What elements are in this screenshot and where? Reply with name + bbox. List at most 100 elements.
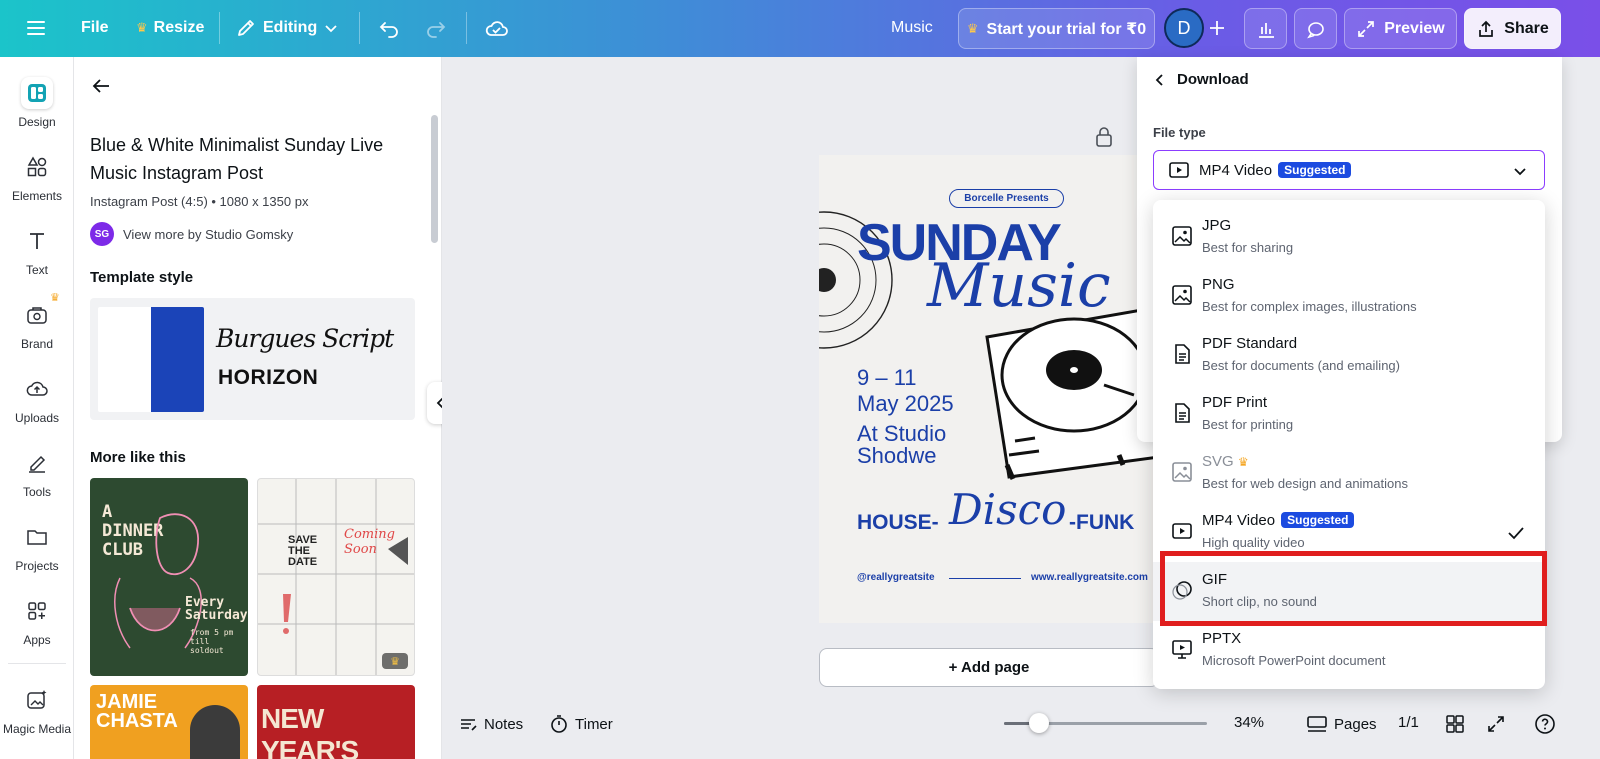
option-name: PNG [1202,276,1235,293]
file-type-option-pdf-standard[interactable]: PDF Standard Best for documents (and ema… [1153,326,1545,385]
hamburger-icon [27,21,45,35]
redo-button[interactable] [424,8,448,48]
page-count: 1/1 [1398,714,1419,731]
download-title: Download [1177,71,1249,88]
file-menu-button[interactable]: File [81,8,109,48]
template-thumbnail[interactable]: JAMIE CHASTA [90,685,248,759]
zoom-slider[interactable] [1004,713,1207,733]
cloud-save-button[interactable] [484,8,510,48]
rail-item-design[interactable]: Design [0,77,74,129]
more-like-this-heading: More like this [90,449,186,466]
file-type-select[interactable]: MP4 Video Suggested [1153,150,1545,190]
video-icon [1172,523,1192,539]
chevron-down-icon [1514,168,1526,176]
undo-button[interactable] [377,8,401,48]
rail-item-tools[interactable]: Tools [0,447,74,499]
option-description: Best for web design and animations [1202,476,1408,491]
add-page-button[interactable]: + Add page [819,648,1159,687]
editing-mode-button[interactable]: Editing [235,8,339,48]
template-title: Blue & White Minimalist Sunday Live Musi… [90,135,384,183]
fullscreen-button[interactable] [1486,714,1506,734]
file-type-option-mp4[interactable]: MP4 Video Suggested High quality video [1153,503,1545,562]
timer-label: Timer [575,715,613,733]
comments-button[interactable] [1294,8,1337,49]
file-type-option-svg[interactable]: SVG ♛ Best for web design and animations [1153,444,1545,503]
file-type-option-pptx[interactable]: PPTX Microsoft PowerPoint document [1153,621,1545,680]
template-thumbnail[interactable]: NEW YEAR'S [257,685,415,759]
event-dates: 9 – 11 May 2025 [857,365,954,417]
rail-label: Apps [23,633,51,647]
option-description: Best for complex images, illustrations [1202,299,1417,314]
rail-label: Magic Media [2,722,72,736]
rail-item-magic-media[interactable]: Magic Media [0,684,74,736]
preview-button[interactable]: Preview [1344,8,1457,49]
timer-button[interactable]: Timer [549,714,613,734]
design-icon [21,77,53,109]
folder-icon [21,521,53,553]
resize-button[interactable]: ♛ Resize [136,8,204,48]
share-button[interactable]: Share [1464,8,1561,49]
document-title-label: Music [891,19,933,36]
file-type-value: MP4 Video [1199,162,1273,179]
zoom-slider-handle[interactable] [1029,713,1049,733]
option-description: High quality video [1202,535,1305,550]
rail-item-apps[interactable]: Apps [0,595,74,647]
file-type-select-value: MP4 Video Suggested [1199,162,1352,179]
option-description: Best for printing [1202,417,1294,432]
rail-item-uploads[interactable]: Uploads [0,373,74,425]
rail-item-text[interactable]: Text [0,225,74,277]
option-name: PDF Standard [1202,335,1298,352]
image-icon [1172,285,1192,305]
template-thumbnail[interactable]: SAVE THE DATE Coming Soon ♛ [257,478,415,676]
template-style-card[interactable]: Burgues Script HORIZON [90,298,415,420]
file-type-option-pdf-print[interactable]: PDF Print Best for printing [1153,385,1545,444]
template-style-heading: Template style [90,269,194,286]
notes-button[interactable]: Notes [458,714,523,734]
resize-label: Resize [153,19,205,36]
file-type-option-gif[interactable]: GIF Short clip, no sound [1153,562,1545,621]
notes-icon [461,719,477,731]
display-font-sample: HORIZON [218,366,319,389]
lock-button[interactable] [1094,126,1114,148]
author-link[interactable]: SG View more by Studio Gomsky [90,222,293,246]
back-button[interactable] [90,75,112,97]
thumbnail-time: from 5 pm till soldout [190,628,234,655]
checkmark-icon [1508,527,1524,540]
zoom-level[interactable]: 34% [1234,714,1264,731]
grid-view-button[interactable] [1445,714,1465,734]
rail-label: Design [18,115,56,129]
pages-button[interactable]: Pages [1306,714,1377,734]
pages-label: Pages [1334,715,1377,733]
magic-media-icon [21,684,53,716]
editing-label: Editing [263,19,318,36]
comment-icon [1306,21,1324,38]
file-type-option-jpg[interactable]: JPG Best for sharing [1153,208,1545,267]
user-avatar[interactable]: D [1164,8,1204,48]
insights-button[interactable] [1244,8,1287,49]
start-trial-button[interactable]: ♛ Start your trial for ₹0 [958,8,1155,49]
rail-label: Uploads [14,411,60,425]
thumbnail-title: NEW YEAR'S [261,703,359,759]
main-menu-button[interactable] [24,8,48,48]
help-button[interactable] [1534,713,1556,735]
crown-icon: ♛ [136,20,148,35]
event-dates-line2: May 2025 [857,391,954,416]
download-back-button[interactable]: Download [1153,71,1249,88]
rail-item-elements[interactable]: Elements [0,151,74,203]
pen-tool-icon [21,447,53,479]
author-link-label: View more by Studio Gomsky [123,226,294,242]
rail-label: Brand [20,337,54,351]
cloud-check-icon [485,21,508,36]
template-thumbnail[interactable]: A DINNER CLUB Every Saturday from 5 pm t… [90,478,248,676]
gif-icon [1172,581,1192,600]
document-title[interactable]: Music [891,8,933,48]
option-name: PDF Print [1202,394,1268,411]
file-type-option-png[interactable]: PNG Best for complex images, illustratio… [1153,267,1545,326]
invite-button[interactable] [1206,8,1228,48]
design-page[interactable]: Borcelle Presents SUNDAY Music 9 – 11 Ma… [819,155,1159,623]
rail-item-brand[interactable]: ♛ Brand [0,292,74,351]
rail-item-projects[interactable]: Projects [0,521,74,573]
option-description: Best for sharing [1202,240,1294,255]
panel-scrollbar[interactable] [431,115,438,243]
option-description: Microsoft PowerPoint document [1202,653,1386,668]
